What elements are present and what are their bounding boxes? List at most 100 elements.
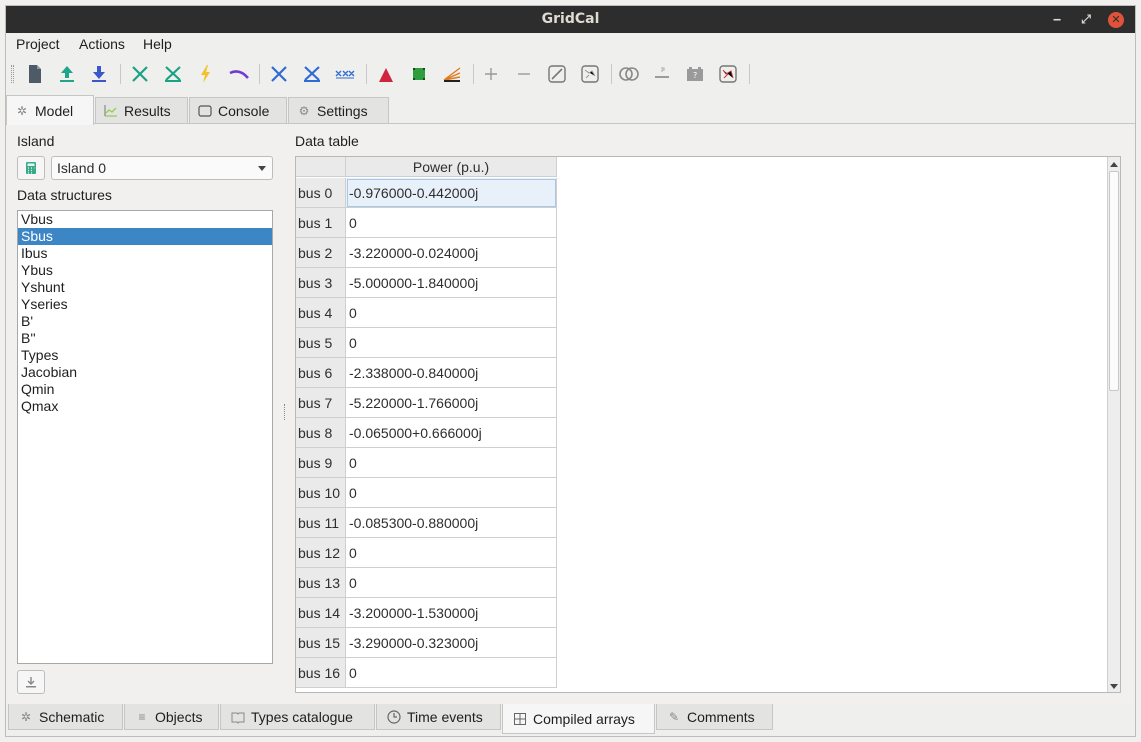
list-item-qmax[interactable]: Qmax	[18, 398, 272, 415]
table-row[interactable]: bus 11 -0.085300-0.880000j	[296, 508, 557, 538]
table-cell[interactable]: 0	[346, 448, 557, 478]
tab-comments[interactable]: ✎ Comments	[656, 704, 773, 730]
menu-help[interactable]: Help	[143, 36, 172, 52]
table-cell[interactable]: -3.290000-0.323000j	[346, 628, 557, 658]
battery-icon[interactable]: ?	[684, 63, 706, 85]
table-row[interactable]: bus 12 0	[296, 538, 557, 568]
scatter-map-icon[interactable]	[717, 63, 739, 85]
list-item-sbus[interactable]: Sbus	[18, 228, 272, 245]
table-row[interactable]: bus 3 -5.000000-1.840000j	[296, 268, 557, 298]
tab-results[interactable]: Results	[95, 97, 188, 123]
row-header[interactable]: bus 2	[296, 238, 346, 268]
row-header[interactable]: bus 3	[296, 268, 346, 298]
short-circuit-icon[interactable]	[162, 63, 184, 85]
list-item-b-prime[interactable]: B'	[18, 313, 272, 330]
cross-icon[interactable]	[268, 63, 290, 85]
list-item-ibus[interactable]: Ibus	[18, 245, 272, 262]
list-item-yshunt[interactable]: Yshunt	[18, 279, 272, 296]
list-item-qmin[interactable]: Qmin	[18, 381, 272, 398]
multi-cross-icon[interactable]	[334, 63, 356, 85]
row-header[interactable]: bus 12	[296, 538, 346, 568]
table-row[interactable]: bus 14 -3.200000-1.530000j	[296, 598, 557, 628]
menu-actions[interactable]: Actions	[79, 36, 125, 52]
table-row[interactable]: bus 10 0	[296, 478, 557, 508]
table-cell[interactable]: 0	[346, 568, 557, 598]
island-select[interactable]: Island 0	[51, 156, 273, 180]
table-cell[interactable]: 0	[346, 298, 557, 328]
open-icon[interactable]	[56, 63, 78, 85]
minimize-icon[interactable]: ‒	[1049, 12, 1065, 28]
tab-console[interactable]: Console	[189, 97, 287, 123]
tab-settings[interactable]: ⚙ Settings	[288, 97, 389, 123]
splitter-handle[interactable]	[284, 404, 286, 420]
maximize-icon[interactable]: ⤢	[1078, 12, 1094, 28]
grid-square-icon[interactable]	[408, 63, 430, 85]
menu-project[interactable]: Project	[16, 36, 60, 52]
export-button[interactable]	[17, 670, 45, 694]
table-cell[interactable]: -3.200000-1.530000j	[346, 598, 557, 628]
table-cell[interactable]: 0	[346, 538, 557, 568]
row-header[interactable]: bus 1	[296, 208, 346, 238]
tab-compiled-arrays[interactable]: Compiled arrays	[502, 704, 655, 734]
table-row[interactable]: bus 16 0	[296, 658, 557, 688]
table-row[interactable]: bus 50	[296, 328, 557, 358]
table-row[interactable]: bus 8 -0.065000+0.666000j	[296, 418, 557, 448]
table-cell[interactable]: -2.338000-0.840000j	[346, 358, 557, 388]
row-header[interactable]: bus 9	[296, 448, 346, 478]
save-icon[interactable]	[88, 63, 110, 85]
table-cell[interactable]: -5.220000-1.766000j	[346, 388, 557, 418]
minus-icon[interactable]	[513, 63, 535, 85]
list-item-ybus[interactable]: Ybus	[18, 262, 272, 279]
peak-icon[interactable]	[375, 63, 397, 85]
cross-grid-icon[interactable]	[301, 63, 323, 85]
row-header[interactable]: bus 5	[296, 328, 346, 358]
line-icon[interactable]	[546, 63, 568, 85]
table-cell[interactable]: -0.085300-0.880000j	[346, 508, 557, 538]
table-row[interactable]: bus 10	[296, 208, 557, 238]
list-item-yseries[interactable]: Yseries	[18, 296, 272, 313]
scroll-down-icon[interactable]	[1110, 684, 1118, 689]
close-icon[interactable]: ✕	[1108, 12, 1124, 28]
calculator-button[interactable]	[17, 156, 45, 180]
table-row[interactable]: bus 15 -3.290000-0.323000j	[296, 628, 557, 658]
list-item-jacobian[interactable]: Jacobian	[18, 364, 272, 381]
tab-objects[interactable]: ≡ Objects	[124, 704, 219, 730]
voltage-stability-icon[interactable]	[228, 63, 250, 85]
plus-icon[interactable]	[480, 63, 502, 85]
table-row[interactable]: bus 0 -0.976000-0.442000j	[296, 178, 557, 208]
table-row[interactable]: bus 90	[296, 448, 557, 478]
table-cell[interactable]: 0	[346, 658, 557, 688]
table-row[interactable]: bus 6 -2.338000-0.840000j	[296, 358, 557, 388]
row-header[interactable]: bus 13	[296, 568, 346, 598]
list-item-b-double-prime[interactable]: B''	[18, 330, 272, 347]
row-header[interactable]: bus 8	[296, 418, 346, 448]
rings-icon[interactable]	[618, 63, 640, 85]
data-structures-list[interactable]: Vbus Sbus Ibus Ybus Yshunt Yseries B' B'…	[17, 210, 273, 664]
row-header[interactable]: bus 11	[296, 508, 346, 538]
toolbar-grip[interactable]	[11, 65, 14, 83]
table-cell[interactable]: -3.220000-0.024000j	[346, 238, 557, 268]
dash-icon[interactable]	[651, 63, 673, 85]
table-row[interactable]: bus 40	[296, 298, 557, 328]
table-row[interactable]: bus 7 -5.220000-1.766000j	[296, 388, 557, 418]
table-cell[interactable]: 0	[346, 328, 557, 358]
tab-schematic[interactable]: ✲ Schematic	[8, 704, 123, 730]
new-file-icon[interactable]	[24, 63, 46, 85]
row-header[interactable]: bus 10	[296, 478, 346, 508]
table-row[interactable]: bus 2 -3.220000-0.024000j	[296, 238, 557, 268]
power-flow-icon[interactable]	[129, 63, 151, 85]
row-header[interactable]: bus 16	[296, 658, 346, 688]
row-header[interactable]: bus 14	[296, 598, 346, 628]
lightning-icon[interactable]	[195, 63, 217, 85]
table-cell[interactable]: 0	[346, 478, 557, 508]
map-icon[interactable]	[579, 63, 601, 85]
vertical-scrollbar[interactable]	[1107, 157, 1120, 692]
table-cell[interactable]: -0.065000+0.666000j	[346, 418, 557, 448]
tab-model[interactable]: ✲ Model	[6, 95, 94, 125]
table-cell[interactable]: -5.000000-1.840000j	[346, 268, 557, 298]
row-header[interactable]: bus 4	[296, 298, 346, 328]
row-header[interactable]: bus 6	[296, 358, 346, 388]
scroll-up-icon[interactable]	[1110, 162, 1118, 167]
column-header-power[interactable]: Power (p.u.)	[346, 157, 557, 177]
data-table[interactable]: Power (p.u.) bus 0 -0.976000-0.442000j bus…	[295, 156, 1121, 693]
